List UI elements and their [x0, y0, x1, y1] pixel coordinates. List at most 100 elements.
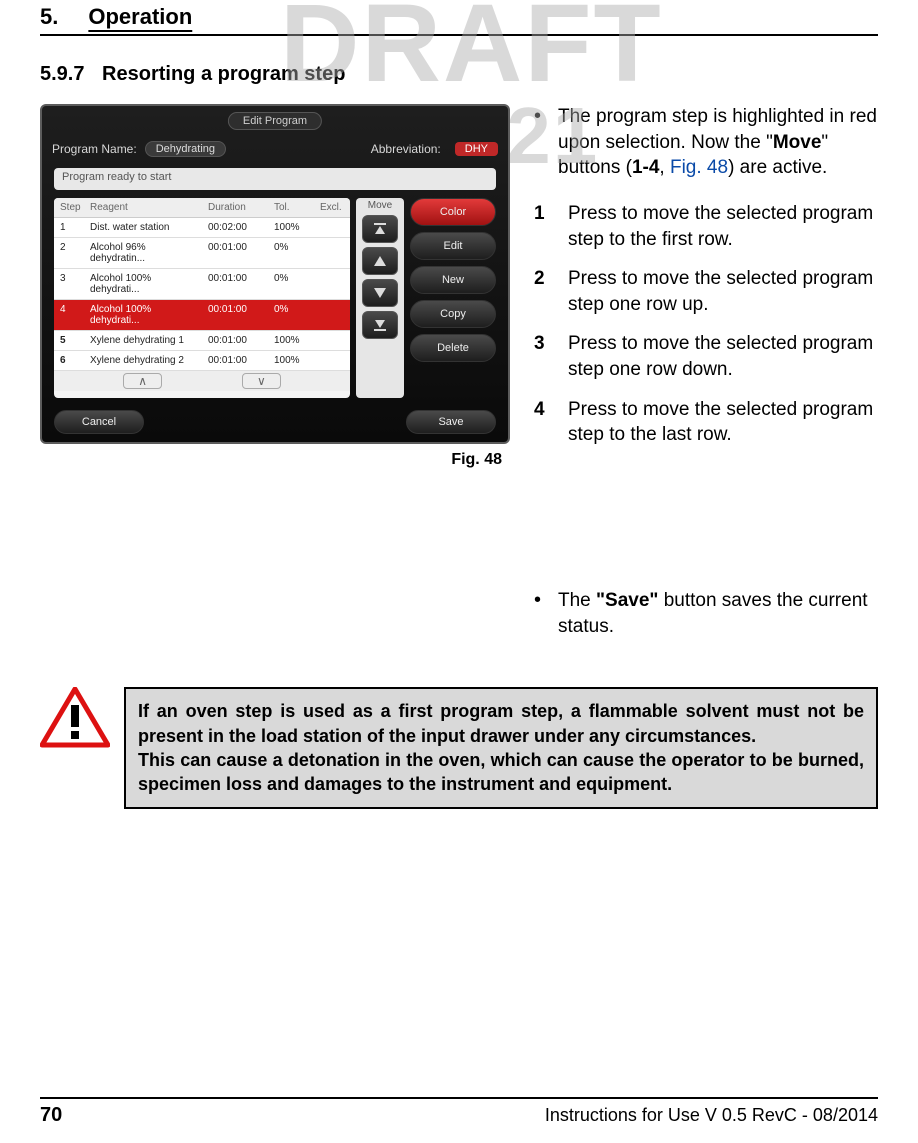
program-steps-table: Step Reagent Duration Tol. Excl. 1Dist. …	[54, 198, 350, 398]
cell-duration: 00:01:00	[202, 331, 268, 350]
warning-block: If an oven step is used as a first progr…	[40, 687, 878, 808]
figure-caption: Fig. 48	[40, 452, 510, 468]
step-number: 4	[534, 397, 568, 448]
abbreviation-label: Abbreviation:	[371, 142, 441, 156]
col-reagent: Reagent	[84, 198, 202, 217]
step-text: Press to move the selected program step …	[568, 201, 878, 252]
cell-step: 2	[54, 238, 84, 268]
cell-tol: 0%	[268, 300, 314, 330]
cell-step: 3	[54, 269, 84, 299]
intro-text-3: ) are active.	[728, 157, 827, 178]
color-button[interactable]: Color	[410, 198, 496, 226]
intro-move-bold: Move	[773, 132, 822, 153]
window-title: Edit Program	[228, 112, 322, 130]
col-excl: Excl.	[314, 198, 350, 217]
cell-excl	[314, 218, 350, 237]
table-row[interactable]: 1Dist. water station00:02:00100%	[54, 218, 350, 238]
move-first-button[interactable]	[362, 215, 398, 243]
edit-button[interactable]: Edit	[410, 232, 496, 260]
move-step-item: 4Press to move the selected program step…	[534, 397, 878, 448]
col-duration: Duration	[202, 198, 268, 217]
cell-tol: 100%	[268, 351, 314, 370]
step-text: Press to move the selected program step …	[568, 397, 878, 448]
delete-button[interactable]: Delete	[410, 334, 496, 362]
move-step-item: 1Press to move the selected program step…	[534, 201, 878, 252]
cell-excl	[314, 300, 350, 330]
section-heading: 5.9.7 Resorting a program step	[40, 62, 878, 86]
col-tol: Tol.	[268, 198, 314, 217]
bullet-dot-icon: •	[534, 104, 558, 181]
abbreviation-value[interactable]: DHY	[455, 142, 498, 156]
section-number: 5.9.7	[40, 62, 84, 86]
save-text-pre: The	[558, 590, 596, 611]
table-row[interactable]: 3Alcohol 100% dehydrati...00:01:000%	[54, 269, 350, 300]
doc-version: Instructions for Use V 0.5 RevC - 08/201…	[545, 1106, 878, 1124]
cell-duration: 00:02:00	[202, 218, 268, 237]
move-last-button[interactable]	[362, 311, 398, 339]
cell-tol: 0%	[268, 269, 314, 299]
cell-duration: 00:01:00	[202, 300, 268, 330]
chapter-rule	[40, 34, 878, 36]
scroll-up-icon[interactable]: ∧	[123, 373, 162, 389]
save-button[interactable]: Save	[406, 410, 496, 434]
window-topbar: Program Name: Dehydrating Abbreviation: …	[52, 136, 498, 162]
move-label: Move	[356, 200, 404, 211]
cell-reagent: Alcohol 100% dehydrati...	[84, 269, 202, 299]
cell-excl	[314, 269, 350, 299]
warning-text: If an oven step is used as a first progr…	[124, 687, 878, 808]
cell-duration: 00:01:00	[202, 269, 268, 299]
cell-tol: 0%	[268, 238, 314, 268]
save-bold: "Save"	[596, 590, 658, 611]
move-steps-list: 1Press to move the selected program step…	[534, 201, 878, 448]
move-step-item: 3Press to move the selected program step…	[534, 331, 878, 382]
step-text: Press to move the selected program step …	[568, 266, 878, 317]
new-button[interactable]: New	[410, 266, 496, 294]
cell-duration: 00:01:00	[202, 238, 268, 268]
table-row[interactable]: 4Alcohol 100% dehydrati...00:01:000%	[54, 300, 350, 331]
cell-reagent: Dist. water station	[84, 218, 202, 237]
page-number: 70	[40, 1105, 62, 1125]
edit-program-window: Edit Program Program Name: Dehydrating A…	[40, 104, 510, 444]
intro-sep: ,	[659, 157, 670, 178]
copy-button[interactable]: Copy	[410, 300, 496, 328]
chapter-header: 5. Operation	[40, 0, 878, 28]
scroll-down-icon[interactable]: ∨	[242, 373, 281, 389]
cell-excl	[314, 331, 350, 350]
table-row[interactable]: 6Xylene dehydrating 200:01:00100%	[54, 351, 350, 371]
cancel-button[interactable]: Cancel	[54, 410, 144, 434]
page-footer: 70 Instructions for Use V 0.5 RevC - 08/…	[40, 1097, 878, 1125]
intro-figref: Fig. 48	[670, 157, 728, 178]
move-down-button[interactable]	[362, 279, 398, 307]
save-bullet: • The "Save" button saves the current st…	[534, 588, 878, 639]
section-title: Resorting a program step	[102, 63, 345, 85]
intro-range-bold: 1-4	[632, 157, 659, 178]
cell-duration: 00:01:00	[202, 351, 268, 370]
bullet-dot-icon: •	[534, 588, 558, 639]
cell-tol: 100%	[268, 331, 314, 350]
intro-bullet: • The program step is highlighted in red…	[534, 104, 878, 181]
cell-excl	[314, 238, 350, 268]
table-scrollbar[interactable]: ∧ ∨	[54, 371, 350, 391]
cell-reagent: Xylene dehydrating 1	[84, 331, 202, 350]
cell-step: 5	[54, 331, 84, 350]
intro-text-1: The program step is highlighted in red u…	[558, 106, 877, 153]
program-name-value[interactable]: Dehydrating	[145, 141, 226, 157]
warning-icon	[40, 687, 110, 754]
move-button-group: Move	[356, 198, 404, 398]
cell-step: 1	[54, 218, 84, 237]
step-number: 2	[534, 266, 568, 317]
table-row[interactable]: 5Xylene dehydrating 100:01:00100%	[54, 331, 350, 351]
side-buttons: Color Edit New Copy Delete	[410, 198, 496, 398]
cell-step: 6	[54, 351, 84, 370]
table-header: Step Reagent Duration Tol. Excl.	[54, 198, 350, 218]
chapter-number: 5.	[40, 6, 58, 28]
move-step-item: 2Press to move the selected program step…	[534, 266, 878, 317]
step-text: Press to move the selected program step …	[568, 331, 878, 382]
cell-tol: 100%	[268, 218, 314, 237]
table-row[interactable]: 2Alcohol 96% dehydratin...00:01:000%	[54, 238, 350, 269]
step-number: 3	[534, 331, 568, 382]
info-strip: Program ready to start	[54, 168, 496, 190]
cell-reagent: Xylene dehydrating 2	[84, 351, 202, 370]
move-up-button[interactable]	[362, 247, 398, 275]
step-number: 1	[534, 201, 568, 252]
